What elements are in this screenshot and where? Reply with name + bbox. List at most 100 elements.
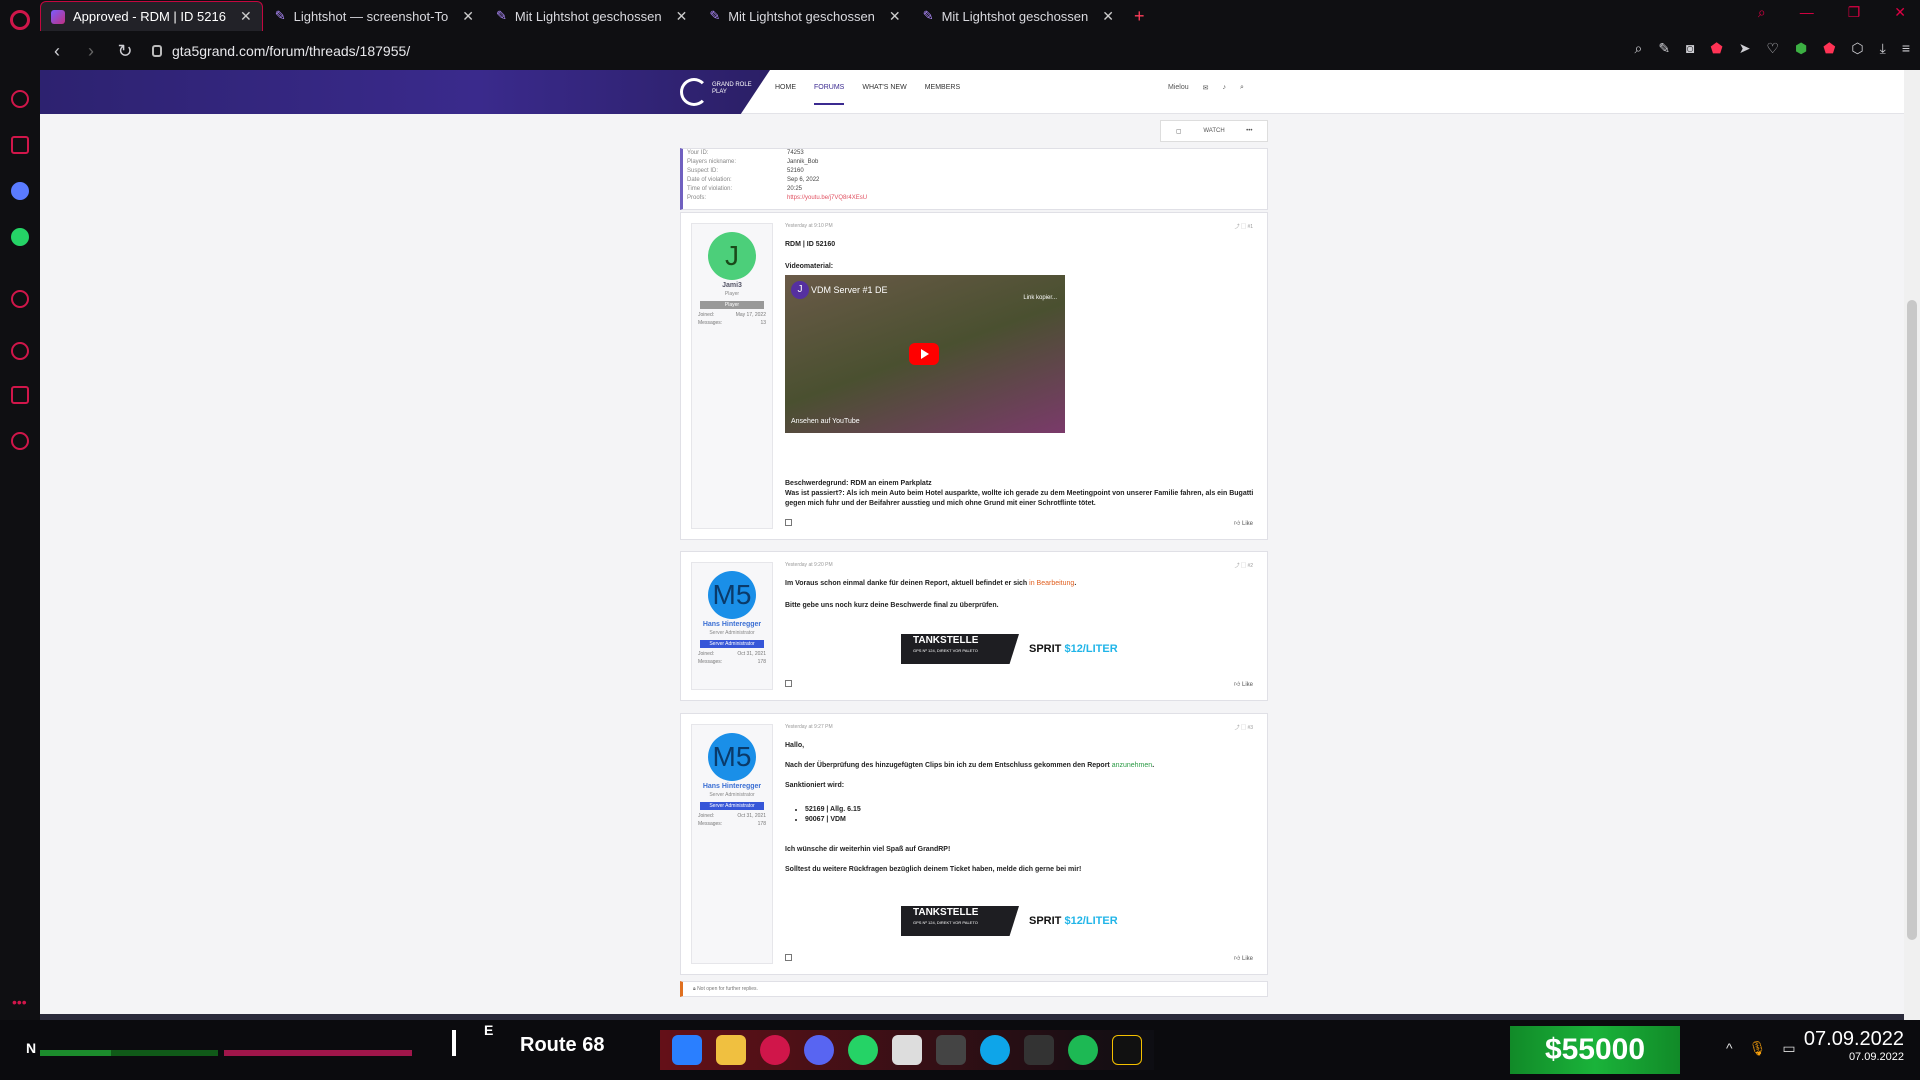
close-icon[interactable]: ✕ [676,8,688,25]
post-number[interactable]: #3 [1247,725,1253,731]
grand-logo-icon[interactable] [680,78,708,106]
new-tab-icon[interactable]: + [1134,6,1145,27]
discord-icon[interactable] [804,1035,834,1065]
cube-icon[interactable]: ⬡ [1851,40,1863,57]
shield-icon[interactable]: ⬟ [1711,40,1723,57]
windows-start-icon[interactable] [672,1035,702,1065]
like-button[interactable]: 👍︎ Like [1234,954,1253,962]
username[interactable]: Jami3 [692,282,772,289]
spotify-icon[interactable] [1068,1035,1098,1065]
avatar[interactable]: J [708,232,756,280]
search-icon[interactable]: ⌕ [1240,84,1244,92]
speed-dial-icon[interactable] [11,90,29,108]
post-time[interactable]: Yesterday at 9:27 PM [785,724,833,731]
more-button[interactable]: ••• [1232,128,1267,134]
bookmark-icon[interactable]: ▢ [1161,128,1196,135]
history-icon[interactable] [11,342,29,360]
extensions-icon[interactable] [11,386,29,404]
select-checkbox[interactable] [785,519,792,526]
tab-lightshot-2[interactable]: ✎ Mit Lightshot geschossen ✕ [486,1,697,31]
play-icon[interactable] [909,343,939,365]
select-checkbox[interactable] [785,954,792,961]
store-icon[interactable] [936,1035,966,1065]
video-embed[interactable]: J VDM Server #1 DE Link kopier... Ansehe… [785,275,1065,433]
search-tabs-icon[interactable]: ⌕ [1758,4,1766,21]
bookmark-icon[interactable]: ▢ [1241,224,1246,230]
maximize-icon[interactable]: ❐ [1848,4,1861,21]
username[interactable]: Hans Hinteregger [692,621,772,628]
watch-on-youtube[interactable]: Ansehen auf YouTube [791,418,860,425]
messenger-icon[interactable] [11,182,29,200]
grand-launcher-icon[interactable] [1024,1035,1054,1065]
minimize-icon[interactable]: — [1800,4,1814,21]
proof-link[interactable]: https://youtu.be/j7VQ8r4XEsU [787,194,867,203]
close-icon[interactable]: ✕ [462,8,474,25]
like-button[interactable]: 👍︎ Like [1234,680,1253,688]
file-explorer-icon[interactable] [716,1035,746,1065]
more-icon[interactable]: ••• [12,994,27,1010]
opera-logo-icon[interactable] [10,10,30,30]
avatar[interactable]: M5 [708,571,756,619]
tab-lightshot[interactable]: ✎ Lightshot — screenshot-To ✕ [265,1,484,31]
tool-icon[interactable] [892,1035,922,1065]
post-number[interactable]: #1 [1247,224,1253,230]
url-field[interactable]: gta5grand.com/forum/threads/187955/ [152,43,410,59]
share-icon[interactable]: ⤴ [1235,563,1240,569]
close-icon[interactable]: ✕ [889,8,901,25]
tab-lightshot-3[interactable]: ✎ Mit Lightshot geschossen ✕ [699,1,910,31]
camera-icon[interactable]: ◙ [1686,40,1694,57]
post-time[interactable]: Yesterday at 9:20 PM [785,562,833,569]
like-button[interactable]: 👍︎ Like [1234,519,1253,527]
nav-members[interactable]: MEMBERS [925,84,960,105]
whatsapp-icon[interactable] [11,228,29,246]
share-icon[interactable]: ⤴ [1235,725,1240,731]
search-icon[interactable]: ⌕ [1634,40,1642,57]
edge-icon[interactable] [980,1035,1010,1065]
select-checkbox[interactable] [785,680,792,687]
nav-home[interactable]: HOME [775,84,796,105]
tankstelle-ad[interactable]: TANKSTELLE GPS Nº 124, DIREKT VOR PALETO … [901,634,1131,664]
nav-forums[interactable]: FORUMS [814,84,845,105]
close-icon[interactable]: ✕ [240,8,252,25]
watch-button[interactable]: WATCH [1196,128,1231,134]
download-icon[interactable]: ⤓ [1880,40,1886,57]
edit-icon[interactable]: ✎ [1658,40,1670,57]
clock[interactable]: 07.09.2022 07.09.2022 [1804,1028,1904,1063]
bookmark-icon[interactable]: ▢ [1241,725,1246,731]
bookmark-icon[interactable]: ▢ [1241,563,1246,569]
page-scrollbar[interactable] [1904,70,1920,1020]
back-icon[interactable]: ‹ [40,41,74,62]
reload-icon[interactable]: ↻ [108,41,142,62]
post-time[interactable]: Yesterday at 9:10 PM [785,223,833,230]
close-window-icon[interactable]: ✕ [1894,4,1906,21]
tab-approved-rdm[interactable]: Approved - RDM | ID 5216 ✕ [40,1,263,31]
adblock-icon[interactable]: ⬟ [1823,40,1835,57]
rockstar-icon[interactable] [1112,1035,1142,1065]
menu-icon[interactable]: ≡ [1902,40,1910,57]
nav-whats-new[interactable]: WHAT'S NEW [862,84,906,105]
post-number[interactable]: #2 [1247,563,1253,569]
scroll-thumb[interactable] [1907,300,1917,940]
send-icon[interactable]: ➤ [1739,40,1751,57]
close-icon[interactable]: ✕ [1102,8,1114,25]
vpn-icon[interactable]: ⬢ [1795,40,1807,57]
tab-lightshot-4[interactable]: ✎ Mit Lightshot geschossen ✕ [913,1,1124,31]
microphone-icon[interactable]: 🎙︎ [1749,1040,1767,1057]
heart-icon[interactable]: ♡ [1766,40,1779,57]
user-menu[interactable]: Mielou [1168,84,1189,92]
forward-icon[interactable]: › [74,41,108,62]
chevron-up-icon[interactable]: ^ [1726,1040,1733,1057]
settings-icon[interactable] [11,432,29,450]
whatsapp-icon[interactable] [848,1035,878,1065]
inbox-icon[interactable]: ✉ [1203,84,1209,92]
player-icon[interactable] [11,290,29,308]
tankstelle-ad[interactable]: TANKSTELLE GPS Nº 124, DIREKT VOR PALETO … [901,906,1131,936]
network-icon[interactable]: ▭ [1782,1040,1795,1057]
share-icon[interactable]: ⤴ [1235,224,1240,230]
copy-link-button[interactable]: Link kopier... [1023,295,1057,301]
bell-icon[interactable]: ♪ [1223,84,1227,92]
opera-icon[interactable] [760,1035,790,1065]
bag-icon[interactable] [11,136,29,154]
avatar[interactable]: M5 [708,733,756,781]
username[interactable]: Hans Hinteregger [692,783,772,790]
